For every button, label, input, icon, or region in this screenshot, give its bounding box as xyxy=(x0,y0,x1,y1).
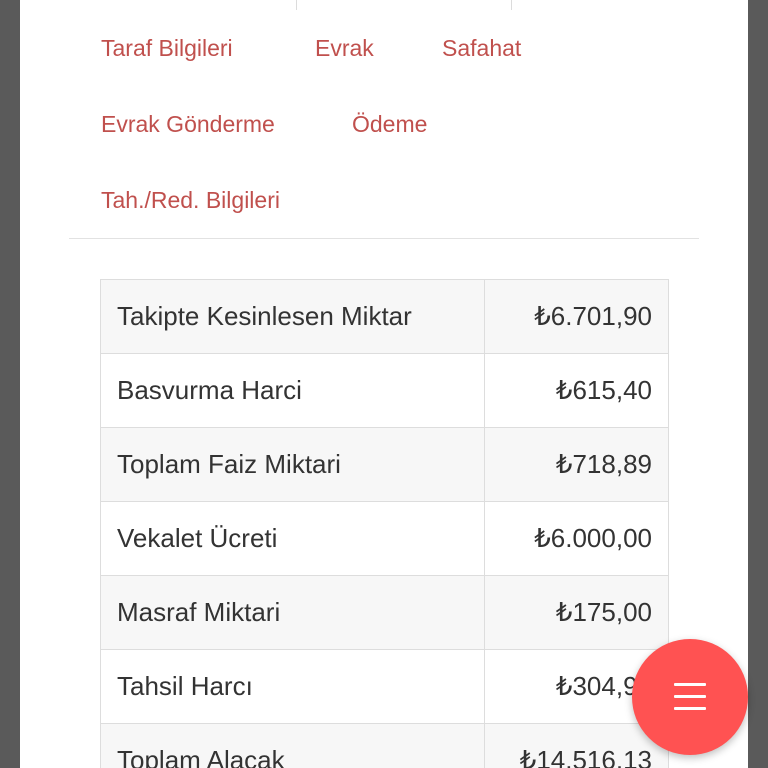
tab-evrak[interactable]: Evrak xyxy=(315,34,374,62)
row-label: Basvurma Harci xyxy=(100,353,485,428)
tab-safahat[interactable]: Safahat xyxy=(442,34,521,62)
detail-card: Taraf Bilgileri Evrak Safahat Evrak Gönd… xyxy=(20,0,748,768)
tab-odeme[interactable]: Ödeme xyxy=(352,110,427,138)
tab-divider xyxy=(296,0,297,10)
summary-table: Takipte Kesinlesen Miktar ₺6.701,90 Basv… xyxy=(100,279,669,768)
table-row: Tahsil Harcı ₺304,94 xyxy=(100,649,669,724)
row-value: ₺718,89 xyxy=(484,427,669,502)
row-label: Tahsil Harcı xyxy=(100,649,485,724)
top-tab-strip xyxy=(20,0,748,10)
nav-divider xyxy=(69,238,699,239)
menu-fab-button[interactable] xyxy=(632,639,748,755)
table-row: Masraf Miktari ₺175,00 xyxy=(100,575,669,650)
row-label: Vekalet Ücreti xyxy=(100,501,485,576)
table-row: Toplam Faiz Miktari ₺718,89 xyxy=(100,427,669,502)
row-label: Masraf Miktari xyxy=(100,575,485,650)
row-label: Takipte Kesinlesen Miktar xyxy=(100,279,485,354)
table-row: Basvurma Harci ₺615,40 xyxy=(100,353,669,428)
row-value: ₺14.516,13 xyxy=(484,723,669,768)
table-row: Takipte Kesinlesen Miktar ₺6.701,90 xyxy=(100,279,669,354)
table-row: Toplam Alacak ₺14.516,13 xyxy=(100,723,669,768)
row-label: Toplam Faiz Miktari xyxy=(100,427,485,502)
tab-tah-red-bilgileri[interactable]: Tah./Red. Bilgileri xyxy=(101,186,280,214)
tab-taraf-bilgileri[interactable]: Taraf Bilgileri xyxy=(101,34,233,62)
row-value: ₺175,00 xyxy=(484,575,669,650)
tab-divider xyxy=(511,0,512,10)
row-value: ₺6.701,90 xyxy=(484,279,669,354)
table-row: Vekalet Ücreti ₺6.000,00 xyxy=(100,501,669,576)
tab-evrak-gonderme[interactable]: Evrak Gönderme xyxy=(101,110,275,138)
row-label: Toplam Alacak xyxy=(100,723,485,768)
row-value: ₺615,40 xyxy=(484,353,669,428)
row-value: ₺6.000,00 xyxy=(484,501,669,576)
